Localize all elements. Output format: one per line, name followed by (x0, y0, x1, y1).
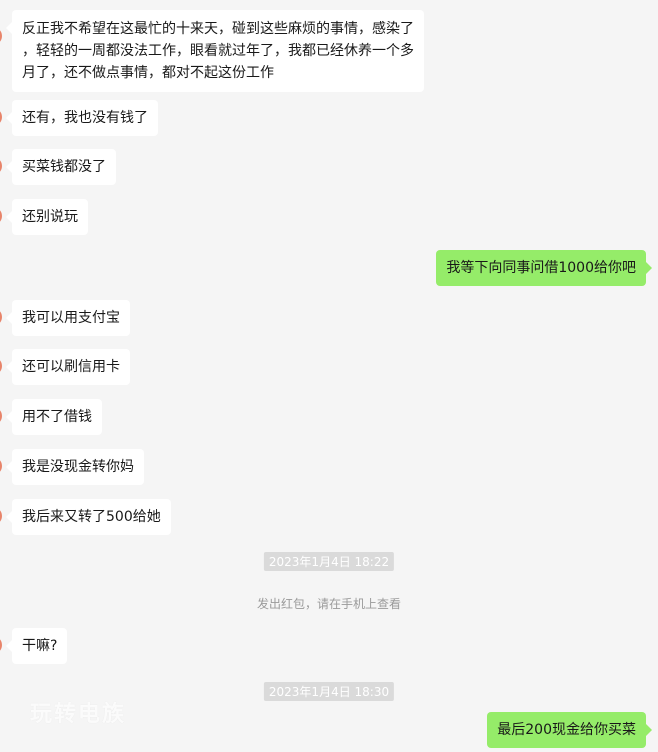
message-bubble-sent[interactable]: 我等下向同事问借1000给你吧 (436, 250, 652, 286)
message-text: 还有，我也没有钱了 (22, 110, 148, 126)
message-text: 买菜钱都没了 (22, 159, 106, 175)
contact-avatar[interactable] (0, 108, 2, 126)
red-packet-notice: 发出红包，请在手机上查看 (256, 597, 401, 611)
message-bubble-received[interactable]: 我是没现金转你妈 (6, 449, 144, 485)
timestamp-badge: 2023年1月4日 18:22 (263, 552, 395, 571)
message-bubble-sent[interactable]: 最后200现金给你买菜 (487, 712, 652, 748)
message-text: 最后200现金给你买菜 (497, 722, 636, 738)
message-text: 我等下向同事问借1000给你吧 (446, 260, 636, 276)
message-text: 还可以刷信用卡 (22, 359, 120, 375)
message-text: 我后来又转了500给她 (22, 509, 161, 525)
message-text: 干嘛? (22, 638, 58, 654)
message-bubble-received[interactable]: 用不了借钱 (6, 399, 102, 435)
contact-avatar[interactable] (0, 507, 2, 525)
contact-avatar[interactable] (0, 407, 2, 425)
message-bubble-received[interactable]: 还有，我也没有钱了 (6, 100, 158, 136)
contact-avatar[interactable] (0, 457, 2, 475)
message-bubble-received[interactable]: 买菜钱都没了 (6, 149, 116, 185)
contact-avatar[interactable] (0, 27, 2, 45)
message-bubble-received[interactable]: 我可以用支付宝 (6, 300, 130, 336)
contact-avatar[interactable] (0, 157, 2, 175)
message-bubble-received[interactable]: 还可以刷信用卡 (6, 349, 130, 385)
message-text: 用不了借钱 (22, 409, 92, 425)
message-text: 我是没现金转你妈 (22, 459, 134, 475)
message-text: 还别说玩 (22, 209, 78, 225)
message-text-line: 月了，还不做点事情，都对不起这份工作 (22, 65, 274, 81)
message-bubble-received[interactable]: 干嘛? (5, 628, 68, 664)
message-bubble-received[interactable]: 我后来又转了500给她 (6, 499, 171, 535)
message-text-line: 反正我不希望在这最忙的十来天，碰到这些麻烦的事情，感染了 (22, 21, 414, 37)
message-bubble-received[interactable]: 反正我不希望在这最忙的十来天，碰到这些麻烦的事情，感染了 ，轻轻的一周都没法工作… (6, 10, 424, 92)
message-bubble-received[interactable]: 还别说玩 (6, 199, 88, 235)
contact-avatar[interactable] (0, 636, 2, 654)
timestamp-badge: 2023年1月4日 18:30 (263, 682, 395, 701)
contact-avatar[interactable] (0, 357, 2, 375)
message-text: 我可以用支付宝 (22, 310, 120, 326)
message-text-line: ，轻轻的一周都没法工作，眼看就过年了，我都已经休养一个多 (22, 43, 414, 59)
contact-avatar[interactable] (0, 207, 2, 225)
contact-avatar[interactable] (0, 308, 2, 326)
watermark-logo: 玩转电族 (30, 702, 127, 727)
